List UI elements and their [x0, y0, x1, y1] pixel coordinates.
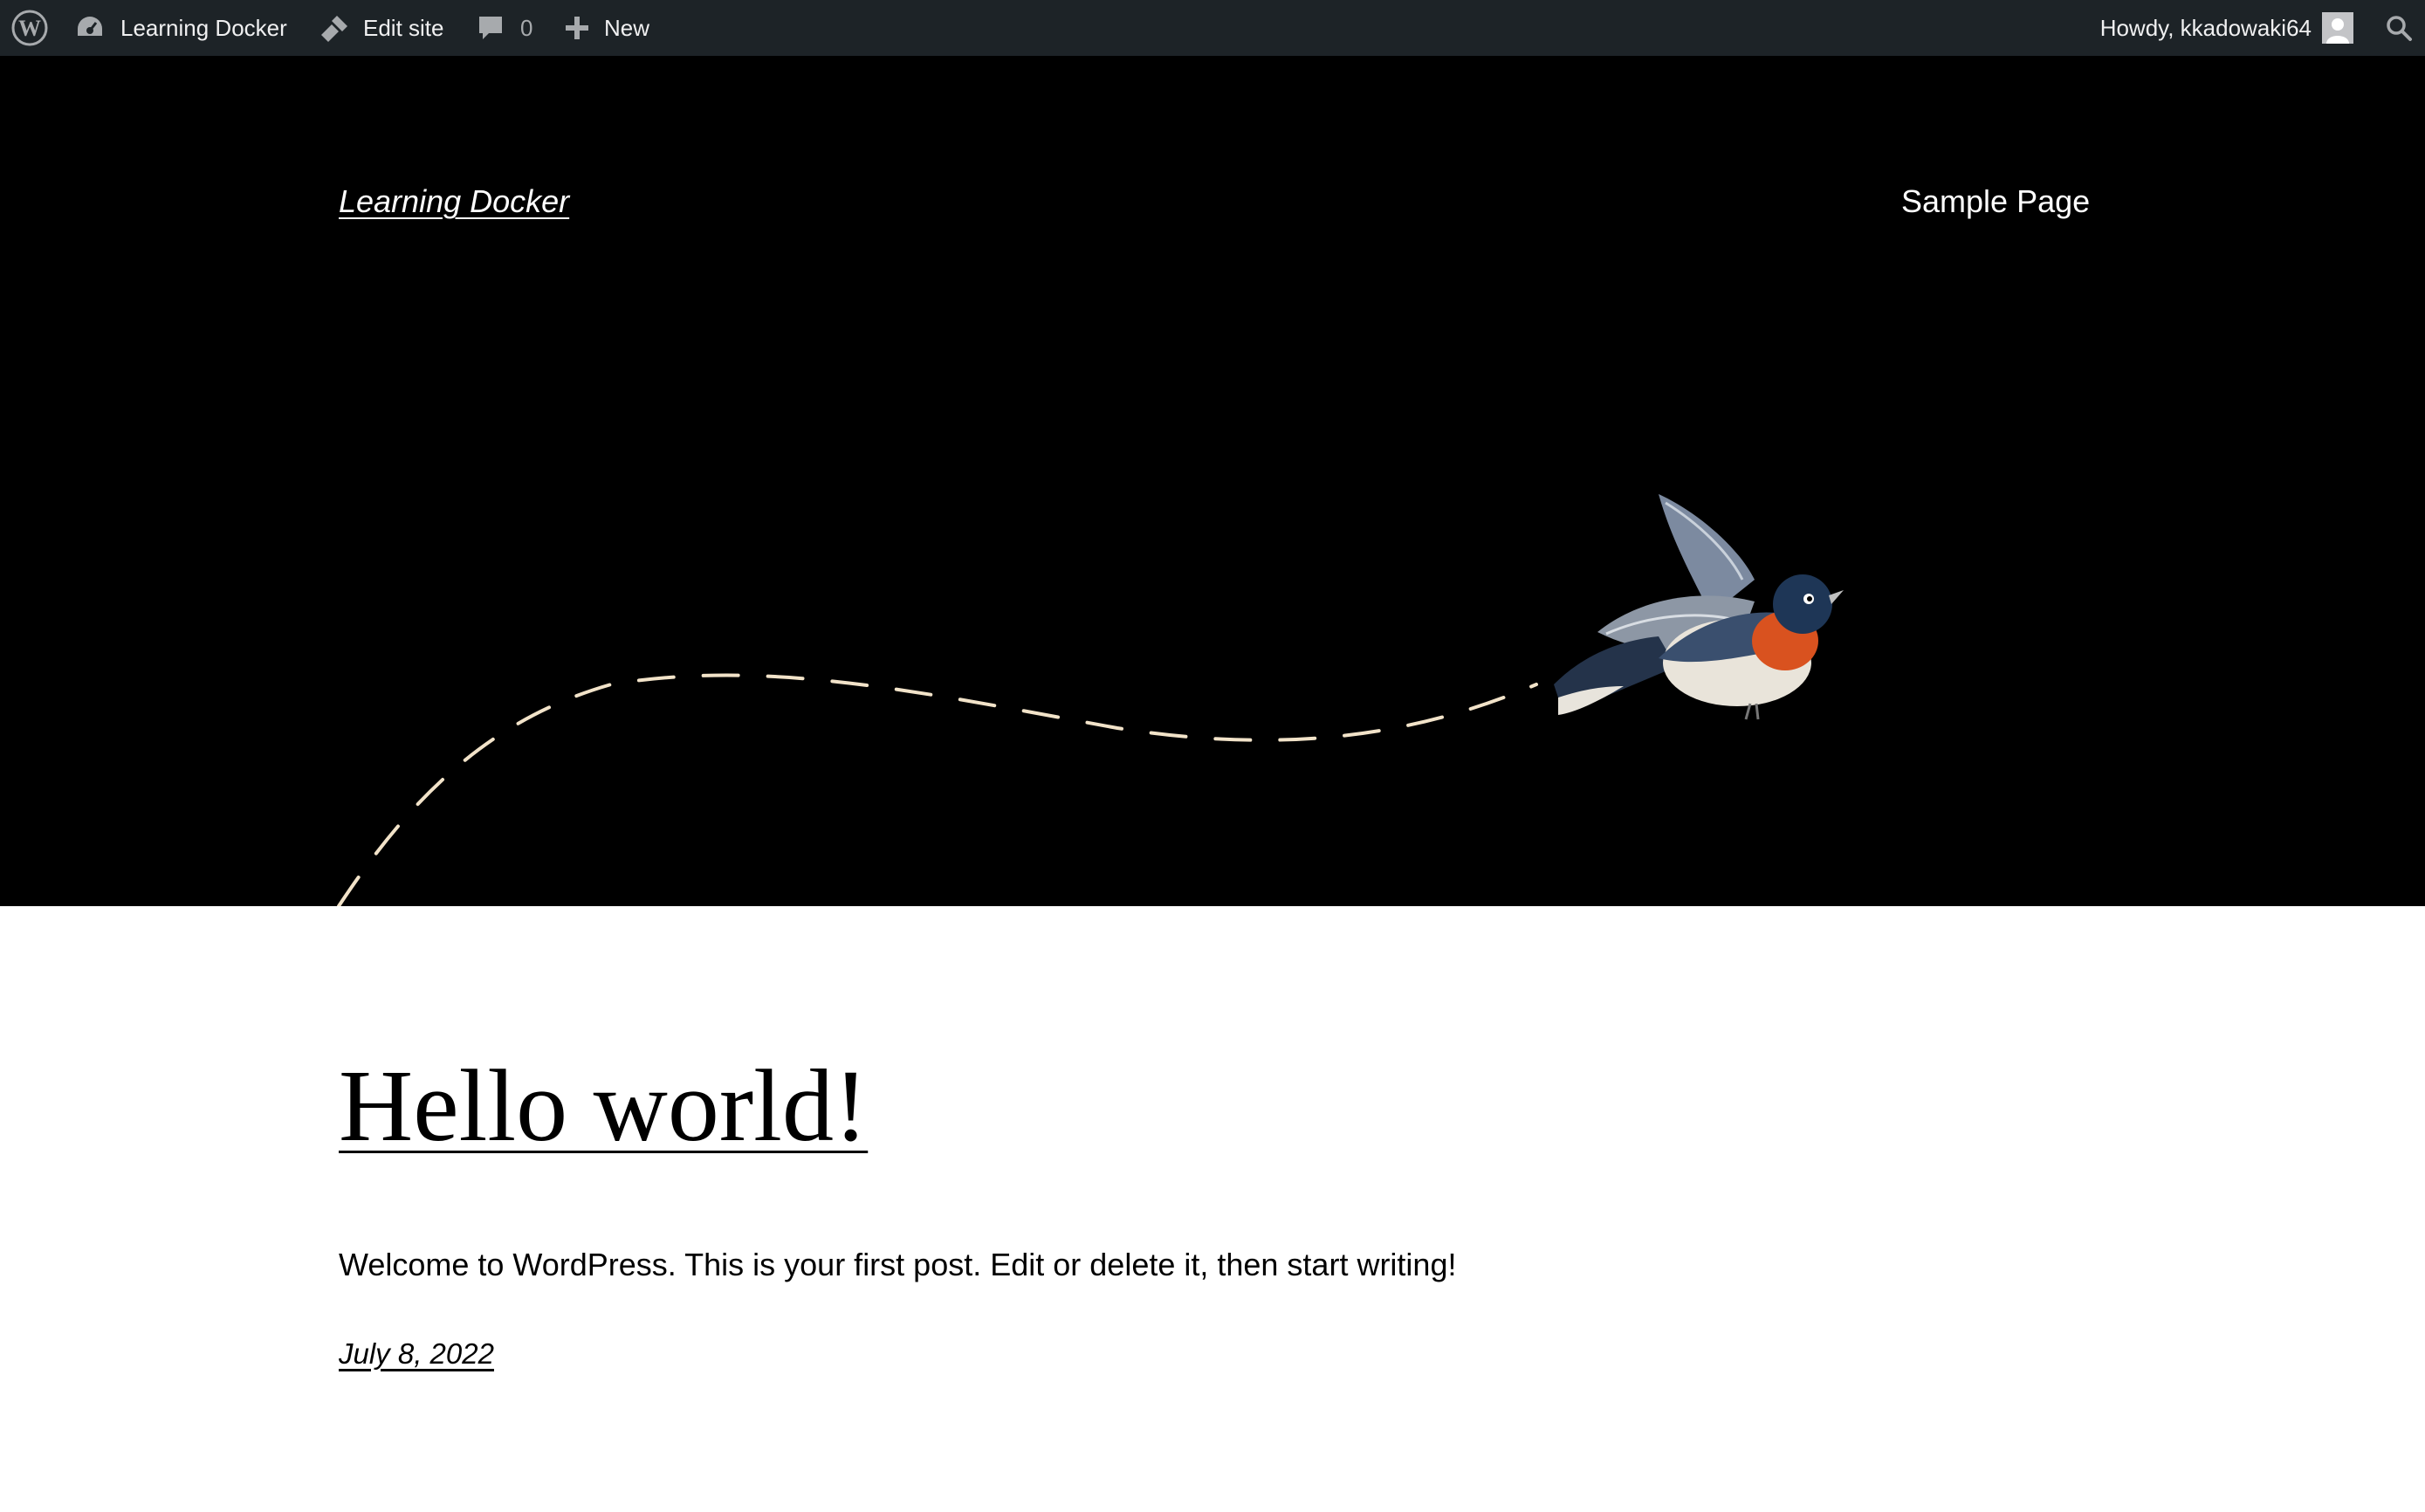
comments-count: 0 [520, 14, 533, 41]
bird-icon [1554, 494, 1844, 720]
new-content-button[interactable]: New [564, 0, 649, 56]
search-icon [2385, 14, 2413, 42]
comments-button[interactable]: 0 [477, 0, 532, 56]
svg-text:W: W [18, 16, 41, 41]
brush-icon [319, 12, 351, 44]
edit-site-label: Edit site [363, 14, 444, 41]
dashboard-icon [75, 13, 105, 43]
avatar-icon [2322, 12, 2353, 44]
new-label: New [604, 14, 650, 41]
admin-bar: W Learning Docker Edit site 0 New Howdy,… [0, 0, 2425, 56]
post-date-link[interactable]: July 8, 2022 [339, 1337, 494, 1371]
edit-site-button[interactable]: Edit site [319, 0, 444, 56]
site-name-menu[interactable]: Learning Docker [75, 0, 287, 56]
site-title-link[interactable]: Learning Docker [339, 183, 569, 220]
site-name-label: Learning Docker [120, 14, 287, 41]
site-header: Learning Docker Sample Page [0, 56, 2425, 906]
nav-link-sample-page[interactable]: Sample Page [1901, 183, 2090, 220]
post-excerpt: Welcome to WordPress. This is your first… [339, 1247, 1457, 1282]
post-title-link[interactable]: Hello world! [339, 1055, 868, 1158]
plus-icon [564, 15, 590, 41]
account-menu[interactable]: Howdy, kkadowaki64 [2100, 0, 2353, 56]
search-button[interactable] [2385, 0, 2413, 56]
wordpress-logo-icon[interactable]: W [10, 0, 49, 56]
howdy-label: Howdy, kkadowaki64 [2099, 14, 2312, 41]
comment-icon [477, 14, 505, 42]
